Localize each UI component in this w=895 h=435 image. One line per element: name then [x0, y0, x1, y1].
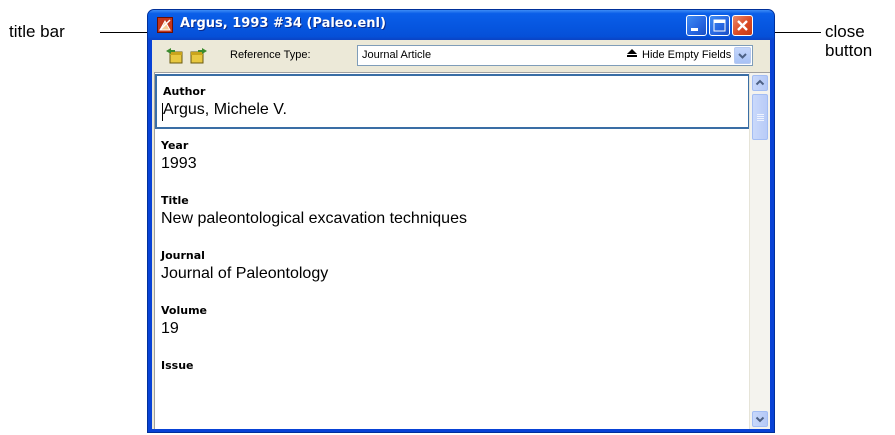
- scroll-down-button[interactable]: [752, 411, 768, 427]
- up-arrow-icon: [627, 49, 637, 57]
- close-button-callout-line: [775, 32, 821, 33]
- vertical-scrollbar[interactable]: [749, 73, 770, 429]
- dropdown-arrow-button[interactable]: [734, 47, 751, 64]
- field-label: Author: [163, 85, 206, 98]
- field-value[interactable]: 1993: [161, 155, 197, 173]
- chevron-down-icon: [738, 53, 747, 59]
- journal-field[interactable]: Journal Journal of Paleontology: [155, 241, 750, 295]
- volume-field[interactable]: Volume 19: [155, 296, 750, 350]
- field-label: Title: [161, 194, 189, 207]
- minimize-icon: [691, 28, 698, 31]
- field-value[interactable]: Journal of Paleontology: [161, 265, 328, 283]
- maximize-button[interactable]: [709, 15, 730, 36]
- close-button[interactable]: [732, 15, 753, 36]
- field-label: Issue: [161, 359, 194, 372]
- field-label: Volume: [161, 304, 207, 317]
- field-label: Year: [161, 139, 189, 152]
- scroll-up-button[interactable]: [752, 75, 768, 91]
- title-bar-callout: title bar: [9, 22, 65, 41]
- close-button-callout-line1: close: [825, 22, 865, 41]
- close-icon: [737, 20, 748, 31]
- reference-toolbar: Reference Type: Journal Article Hide Emp…: [152, 40, 770, 71]
- field-list: Author Argus, Michele V. Year 1993 Title…: [155, 73, 750, 429]
- author-field[interactable]: Author Argus, Michele V.: [155, 74, 750, 129]
- endnote-app-icon[interactable]: [157, 17, 173, 33]
- chevron-down-icon: [755, 416, 765, 423]
- reference-window: Argus, 1993 #34 (Paleo.enl) Reference Ty…: [147, 9, 775, 433]
- field-value[interactable]: Argus, Michele V.: [163, 101, 287, 119]
- maximize-icon: [713, 19, 726, 32]
- next-reference-icon[interactable]: [190, 48, 208, 64]
- field-value[interactable]: 19: [161, 320, 179, 338]
- thumb-grip: [757, 118, 764, 119]
- scroll-thumb[interactable]: [752, 94, 768, 140]
- issue-field[interactable]: Issue: [155, 351, 750, 405]
- hide-empty-fields-button[interactable]: Hide Empty Fields: [627, 49, 731, 61]
- window-title: Argus, 1993 #34 (Paleo.enl): [180, 16, 386, 31]
- reference-type-value: Journal Article: [362, 49, 432, 61]
- previous-reference-icon[interactable]: [165, 48, 183, 64]
- close-button-callout-line2: button: [825, 41, 873, 60]
- field-value[interactable]: New paleontological excavation technique…: [161, 210, 467, 228]
- field-label: Journal: [161, 249, 205, 262]
- hide-empty-fields-label: Hide Empty Fields: [642, 49, 732, 61]
- year-field[interactable]: Year 1993: [155, 131, 750, 185]
- thumb-grip: [757, 116, 764, 117]
- window-client: Reference Type: Journal Article Hide Emp…: [152, 40, 770, 429]
- title-bar-callout-line: [100, 32, 147, 33]
- reference-fields-panel: Author Argus, Michele V. Year 1993 Title…: [154, 72, 770, 429]
- minimize-button[interactable]: [686, 15, 707, 36]
- thumb-grip: [757, 114, 764, 115]
- title-field[interactable]: Title New paleontological excavation tec…: [155, 186, 750, 240]
- thumb-grip: [757, 120, 764, 121]
- reference-type-label: Reference Type:: [230, 49, 311, 61]
- title-bar[interactable]: Argus, 1993 #34 (Paleo.enl): [148, 10, 774, 40]
- chevron-up-icon: [755, 79, 765, 86]
